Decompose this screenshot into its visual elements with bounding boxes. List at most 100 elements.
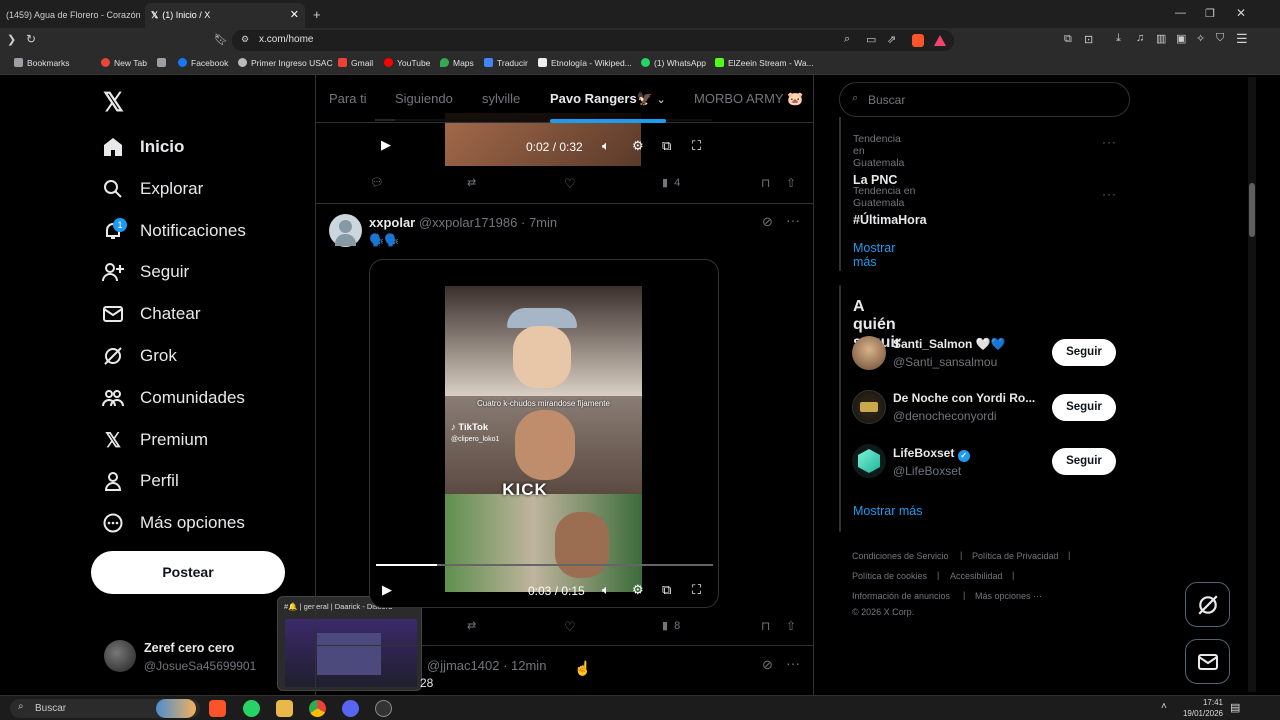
messages-float-button[interactable] — [1185, 639, 1230, 684]
sidebar-item-explorar[interactable]: Explorar — [102, 174, 203, 204]
volume-icon[interactable]: 🔈︎ — [602, 138, 610, 154]
extensions-icon[interactable]: ⧉ — [1064, 33, 1072, 46]
discord-taskbar-icon[interactable] — [342, 700, 359, 717]
trend-item[interactable]: Tendencia en Guatemala #ÚltimaHora — [853, 185, 927, 227]
bookmark-item[interactable]: Gmail — [338, 58, 373, 68]
suggested-handle[interactable]: @Santi_sansalmou — [893, 355, 997, 369]
browser-tab-active[interactable]: 𝕏 (1) Inicio / X ✕ — [145, 3, 305, 28]
grok-icon[interactable]: ⊘ — [762, 214, 773, 230]
bookmark-icon[interactable]: ⊓ — [761, 619, 770, 633]
bookmark-icon[interactable]: ⊓ — [761, 176, 770, 190]
maximize-icon[interactable]: ❐ — [1205, 7, 1215, 20]
sidebar-item-premium[interactable]: 𝕏 Premium — [102, 425, 208, 455]
post-button[interactable]: Postear — [91, 551, 285, 594]
vpn-icon[interactable]: ⛉ — [1216, 32, 1224, 45]
repost-icon[interactable]: ⇄ — [467, 176, 476, 189]
app-taskbar-icon[interactable] — [375, 700, 392, 717]
author-handle[interactable]: @xxpolar171986 — [419, 215, 517, 230]
reload-icon[interactable]: ↻ — [26, 32, 36, 46]
show-more-link[interactable]: Mostrar más — [853, 504, 922, 518]
sidebar-item-chatear[interactable]: Chatear — [102, 299, 200, 329]
sidebar-item-perfil[interactable]: Perfil — [102, 466, 179, 496]
tab-pavo-rangers[interactable]: Pavo Rangers🦅 ⌄ — [550, 91, 666, 107]
account-name[interactable]: Zeref cero cero — [144, 641, 234, 655]
views[interactable]: ▮ 4 — [662, 176, 680, 190]
footer-link[interactable]: Accesibilidad — [950, 571, 1003, 581]
like-icon[interactable]: ♡ — [564, 176, 576, 192]
brave-rewards-icon[interactable] — [934, 35, 946, 46]
pip-icon[interactable]: ⧉ — [662, 138, 671, 154]
pip-icon[interactable]: ⧉ — [662, 582, 671, 598]
avatar[interactable] — [852, 444, 886, 478]
post-time[interactable]: 12min — [511, 658, 546, 673]
taskbar-search[interactable]: ⌕ Buscar — [10, 699, 200, 718]
play-icon[interactable]: ▶ — [381, 137, 391, 153]
tab-para-ti[interactable]: Para ti — [329, 91, 367, 106]
cast-icon[interactable]: ▭ — [866, 33, 876, 46]
share-icon[interactable]: ⇧ — [786, 176, 796, 190]
play-icon[interactable]: ▶ — [382, 582, 392, 598]
follow-button[interactable]: Seguir — [1052, 448, 1116, 475]
fullscreen-icon[interactable]: ⛶ — [692, 582, 701, 598]
sidebar-item-mas-opciones[interactable]: Más opciones — [102, 508, 245, 538]
browser-tab[interactable]: (1459) Agua de Florero - Corazón Pa — [0, 3, 140, 28]
chrome-taskbar-icon[interactable] — [309, 700, 326, 717]
follow-button[interactable]: Seguir — [1052, 339, 1116, 366]
file-explorer-icon[interactable] — [276, 700, 293, 717]
bookmark-item[interactable]: Bookmarks — [14, 58, 70, 68]
bookmark-item[interactable]: Primer Ingreso USAC — [238, 58, 333, 68]
suggested-name[interactable]: De Noche con Yordi Ro... — [893, 391, 1035, 405]
brave-taskbar-icon[interactable] — [209, 700, 226, 717]
bookmark-item[interactable] — [157, 58, 170, 68]
whatsapp-taskbar-icon[interactable] — [243, 700, 260, 717]
bookmark-icon[interactable]: 🔖︎ — [214, 33, 228, 46]
notifications-icon[interactable]: ▤ — [1230, 701, 1240, 714]
wallet-icon[interactable]: ▣ — [1176, 32, 1186, 45]
grok-float-button[interactable] — [1185, 582, 1230, 627]
sidebar-item-grok[interactable]: Grok — [102, 341, 177, 371]
tab-morbo-army[interactable]: MORBO ARMY 🐷 — [694, 91, 803, 107]
chevron-down-icon[interactable]: ⌄ — [657, 94, 666, 106]
like-icon[interactable]: ♡ — [564, 619, 576, 635]
settings-icon[interactable]: ⚙ — [632, 138, 644, 154]
more-icon[interactable]: ··· — [786, 655, 800, 671]
zoom-icon[interactable]: ⌕ — [844, 33, 850, 46]
suggested-handle[interactable]: @LifeBoxset — [893, 464, 961, 478]
footer-link[interactable]: Política de Privacidad — [972, 551, 1059, 561]
bookmark-item[interactable]: (1) WhatsApp — [641, 58, 706, 68]
show-more-link[interactable]: Mostrar más — [853, 241, 895, 269]
trend-item[interactable]: Tendencia en Guatemala La PNC — [853, 133, 904, 187]
avatar[interactable] — [329, 214, 362, 247]
views[interactable]: ▮ 8 — [662, 619, 680, 633]
tab-sylville[interactable]: sylville — [482, 91, 520, 106]
volume-icon[interactable]: 🔈︎ — [602, 582, 610, 598]
repost-icon[interactable]: ⇄ — [467, 619, 476, 632]
more-icon[interactable]: ··· — [786, 212, 800, 228]
close-tab-icon[interactable]: ✕ — [290, 3, 299, 28]
avatar[interactable] — [852, 336, 886, 370]
more-icon[interactable]: ··· — [1102, 135, 1117, 149]
bookmark-item[interactable]: Maps — [440, 58, 474, 68]
video-player[interactable]: Cuatro k-chudos mirandose fijamente ♪ Ti… — [369, 259, 719, 608]
follow-button[interactable]: Seguir — [1052, 394, 1116, 421]
account-handle[interactable]: @JosueSa45699901 — [144, 659, 256, 673]
chevron-up-icon[interactable]: ˄ — [1161, 701, 1167, 712]
avatar[interactable] — [852, 390, 886, 424]
bookmark-item[interactable]: Traducir — [484, 58, 528, 68]
new-tab-icon[interactable]: + — [313, 7, 321, 22]
menu-icon[interactable]: ☰ — [1236, 31, 1248, 47]
x-logo-icon[interactable]: 𝕏 — [103, 87, 124, 118]
url-field[interactable]: ⚙ x.com/home ⌕ ▭ ⇗ — [232, 30, 954, 51]
author-handle[interactable]: @jjmac1402 — [427, 658, 499, 673]
sidebar-item-comunidades[interactable]: Comunidades — [102, 383, 245, 413]
share-icon[interactable]: ⇧ — [786, 619, 796, 633]
site-info-icon[interactable]: ⚙ — [241, 34, 249, 45]
suggested-name[interactable]: Santi_Salmon 🤍💙 — [893, 337, 1006, 351]
search-input[interactable]: ⌕ Buscar — [839, 82, 1130, 117]
tab-siguiendo[interactable]: Siguiendo — [395, 91, 453, 106]
tab-search-icon[interactable]: ⊡ — [1084, 33, 1093, 46]
sidebar-icon[interactable]: ▥ — [1156, 32, 1166, 45]
scrollbar-thumb[interactable] — [1249, 183, 1255, 237]
footer-link[interactable]: Política de cookies — [852, 571, 927, 581]
footer-link[interactable]: Más opciones ··· — [975, 591, 1042, 601]
